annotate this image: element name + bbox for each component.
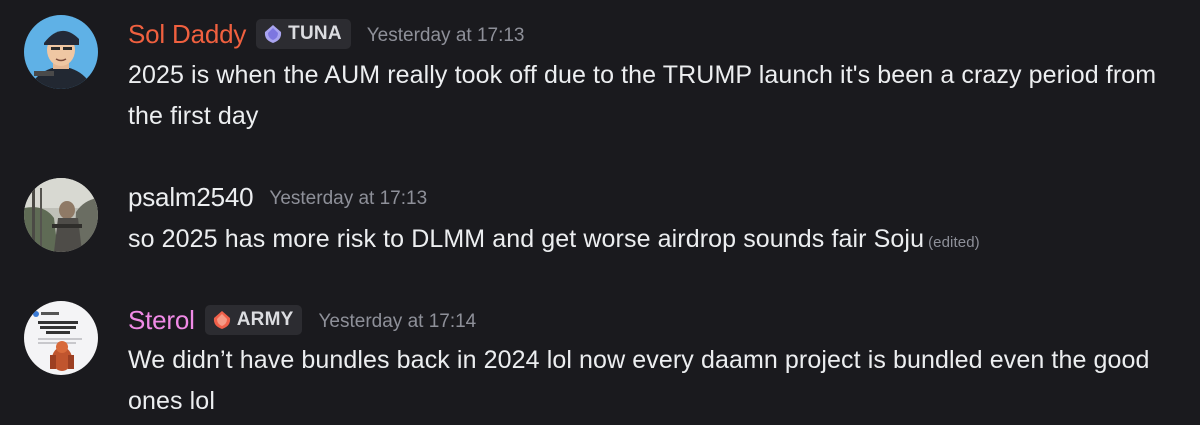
crystal-icon [265,25,282,43]
edited-indicator: (edited) [928,234,980,251]
username[interactable]: psalm2540 [128,182,254,213]
timestamp[interactable]: Yesterday at 17:14 [318,307,476,333]
timestamp[interactable]: Yesterday at 17:13 [367,21,525,47]
timestamp[interactable]: Yesterday at 17:13 [269,184,427,210]
username[interactable]: Sterol [128,305,195,336]
message-body: We didn’t have bundles back in 2024 lol … [128,346,1150,415]
message-text: We didn’t have bundles back in 2024 lol … [128,340,1178,422]
role-tag[interactable]: TUNA [256,19,351,49]
message-text: so 2025 has more risk to DLMM and get wo… [128,219,1178,263]
avatar[interactable] [24,15,98,89]
chat-message-list: Sol Daddy TUNA Yesterday at 17:13 2025 i… [0,0,1200,425]
role-tag[interactable]: ARMY [204,305,303,335]
avatar[interactable] [24,178,98,252]
role-tag-label: ARMY [236,309,294,330]
crystal-icon [213,311,230,329]
message-text: 2025 is when the AUM really took off due… [128,55,1178,137]
role-tag-label: TUNA [288,23,342,44]
avatar[interactable] [24,301,98,375]
message-body: so 2025 has more risk to DLMM and get wo… [128,225,925,253]
message-body: 2025 is when the AUM really took off due… [128,61,1157,130]
username[interactable]: Sol Daddy [128,19,246,50]
